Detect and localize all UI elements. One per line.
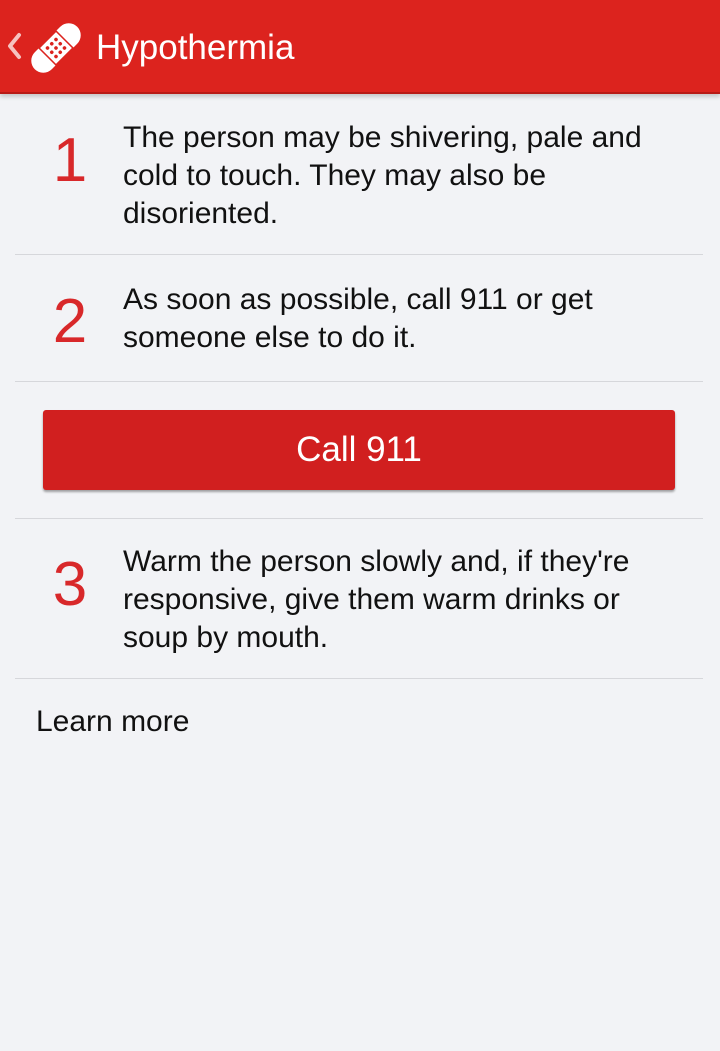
step-text: The person may be shivering, pale and co… <box>123 121 642 230</box>
step-number: 1 <box>52 126 88 195</box>
step-text: Warm the person slowly and, if they're r… <box>123 545 630 654</box>
learn-more-link[interactable]: Learn more <box>36 702 189 742</box>
step-number: 2 <box>52 287 88 356</box>
chevron-left-icon[interactable] <box>6 28 22 64</box>
divider <box>15 518 703 519</box>
divider <box>15 381 703 382</box>
call-911-button[interactable]: Call 911 <box>43 410 675 490</box>
app-bar: Hypothermia <box>0 0 720 94</box>
divider <box>15 678 703 679</box>
divider <box>15 254 703 255</box>
step-text: As soon as possible, call 911 or get som… <box>123 283 593 354</box>
bandage-icon[interactable] <box>24 16 88 80</box>
step-number: 3 <box>52 550 88 619</box>
page-title: Hypothermia <box>96 28 295 67</box>
